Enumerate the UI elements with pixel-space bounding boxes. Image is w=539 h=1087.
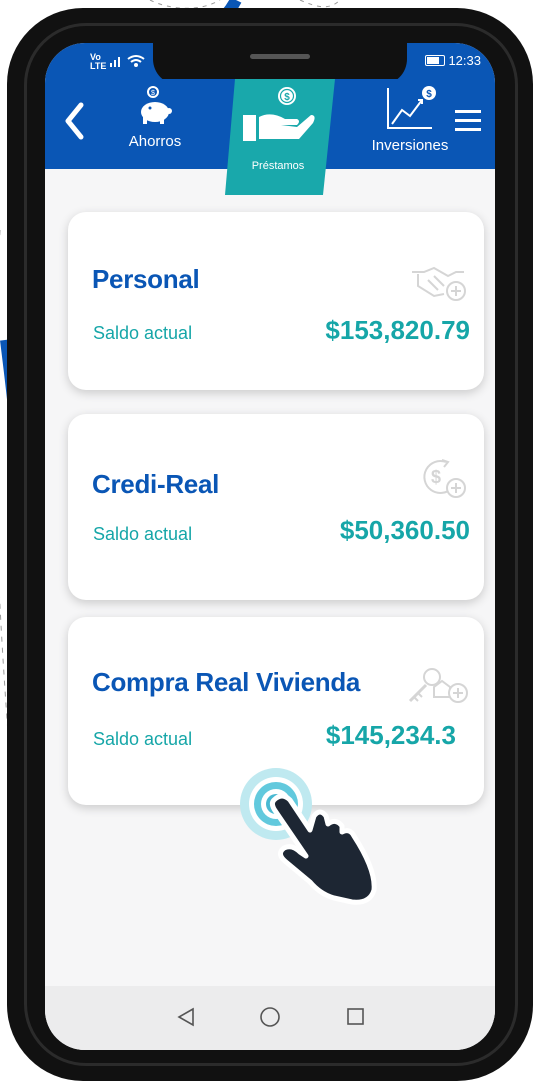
dollar-cycle-plus-icon: $ — [423, 459, 466, 498]
balance-label: Saldo actual — [93, 524, 193, 544]
svg-text:$: $ — [431, 467, 441, 487]
battery-icon — [425, 55, 446, 66]
growth-chart-coin-icon: $ — [387, 86, 436, 129]
phone-frame: Vo LTE 12:33 $ Ahorros $ Préstamos $ Inv… — [7, 8, 533, 1081]
loan-card-personal[interactable]: Personal Saldo actual $153,820.79 — [68, 212, 484, 390]
balance-amount: $153,820.79 — [325, 315, 470, 345]
status-bar: Vo LTE 12:33 — [45, 43, 495, 85]
balance-label: Saldo actual — [93, 729, 193, 749]
back-arrow-icon[interactable] — [63, 101, 87, 141]
network-indicator: Vo LTE — [90, 53, 106, 71]
loan-title: Personal — [92, 264, 200, 294]
tab-prestamos-label: Préstamos — [251, 160, 305, 172]
loan-title: Credi-Real — [92, 469, 220, 499]
svg-text:$: $ — [151, 90, 155, 97]
carrier-lte: LTE — [90, 61, 107, 71]
tab-prestamos[interactable]: $ Préstamos — [233, 85, 323, 172]
loan-title: Compra Real Vivienda — [92, 667, 361, 697]
top-navigation-bar: $ Ahorros $ Préstamos $ Inversiones — [45, 79, 495, 195]
status-time: 12:33 — [425, 53, 481, 68]
handshake-plus-icon — [412, 266, 466, 301]
tab-ahorros[interactable]: $ Ahorros — [115, 84, 195, 150]
home-circle-icon[interactable] — [258, 1006, 282, 1030]
speaker-grill — [250, 54, 310, 59]
house-key-plus-icon — [408, 668, 468, 703]
tab-inversiones[interactable]: $ Inversiones — [360, 84, 460, 154]
balance-label: Saldo actual — [93, 323, 193, 343]
tab-inversiones-label: Inversiones — [371, 137, 449, 154]
svg-text:$: $ — [426, 89, 432, 100]
recent-apps-square-icon[interactable] — [345, 1006, 367, 1028]
svg-text:$: $ — [284, 92, 290, 103]
time-text: 12:33 — [448, 53, 481, 68]
hand-coin-icon: $ — [243, 87, 315, 141]
signal-wifi-icon — [110, 55, 145, 67]
tab-ahorros-label: Ahorros — [128, 133, 182, 150]
tap-gesture-hand-icon — [240, 768, 377, 905]
balance-amount: $50,360.50 — [339, 515, 470, 545]
hamburger-menu-icon[interactable] — [455, 110, 481, 137]
balance-amount: $145,234.3 — [325, 720, 456, 750]
system-navigation-bar — [45, 986, 495, 1050]
loan-card-credi-real[interactable]: Credi-Real $ Saldo actual $50,360.50 — [68, 414, 484, 600]
piggy-bank-coin-icon: $ — [141, 86, 172, 124]
back-triangle-icon[interactable] — [175, 1006, 197, 1028]
